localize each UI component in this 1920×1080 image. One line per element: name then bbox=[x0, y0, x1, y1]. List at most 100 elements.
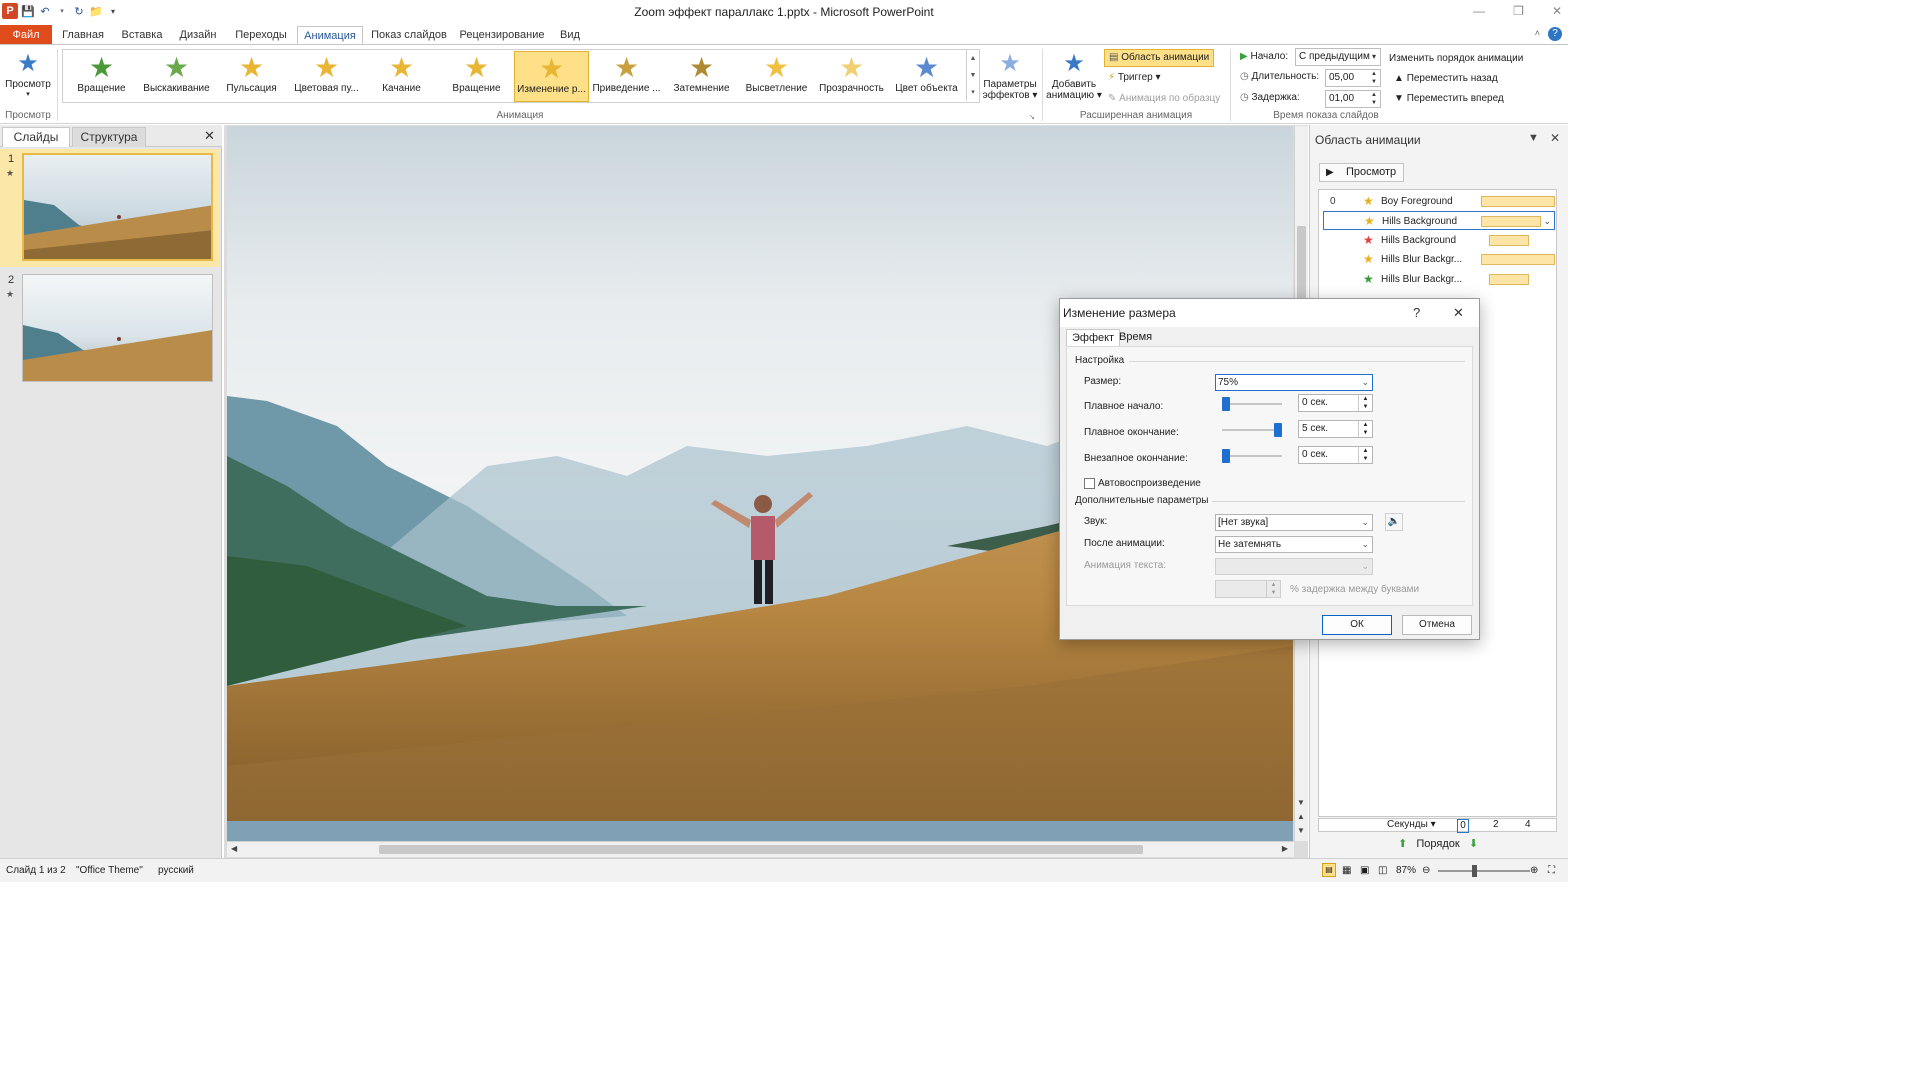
animation-item[interactable]: ★ Hills Blur Backgr... bbox=[1323, 250, 1555, 269]
scroll-left-icon[interactable]: ◀ bbox=[231, 844, 237, 853]
gallery-effect-6[interactable]: ★ Вращение bbox=[439, 51, 514, 102]
tab-outline[interactable]: Структура bbox=[72, 127, 146, 147]
tab-effect[interactable]: Эффект bbox=[1066, 329, 1121, 347]
language[interactable]: русский bbox=[158, 859, 194, 883]
tab-insert[interactable]: Вставка bbox=[116, 26, 168, 45]
zoom-slider-thumb[interactable] bbox=[1472, 865, 1477, 877]
cancel-button[interactable]: Отмена bbox=[1402, 615, 1472, 635]
collapse-ribbon-icon[interactable]: ˄ bbox=[1535, 28, 1540, 38]
zoom-slider[interactable] bbox=[1438, 870, 1530, 872]
prev-slide-icon[interactable]: ▲ bbox=[1297, 812, 1305, 821]
spinner-icon[interactable]: ▲ ▼ bbox=[1358, 447, 1372, 463]
autoreverse-checkbox[interactable] bbox=[1084, 478, 1095, 489]
bounce-end-input[interactable]: 0 сек. ▲ ▼ bbox=[1298, 446, 1373, 464]
letter-delay-input[interactable]: ▲ ▼ bbox=[1215, 580, 1281, 598]
dialog-close-icon[interactable]: ✕ bbox=[1453, 299, 1464, 327]
preview-button[interactable]: ★ Просмотр ▾ bbox=[2, 49, 54, 98]
tab-timing[interactable]: Время bbox=[1114, 329, 1157, 347]
slide-thumbnail-1[interactable]: 1 ★ bbox=[0, 149, 220, 267]
gallery-effect-1[interactable]: ★ Вращение bbox=[64, 51, 139, 102]
close-window-icon[interactable]: ✕ bbox=[1552, 4, 1562, 18]
add-animation-button[interactable]: ★ Добавить анимацию ▾ bbox=[1046, 49, 1102, 101]
smooth-end-slider[interactable] bbox=[1222, 429, 1282, 431]
bounce-end-slider[interactable] bbox=[1222, 455, 1282, 457]
close-animation-pane-icon[interactable]: ✕ bbox=[1550, 131, 1560, 145]
move-back-button[interactable]: ▲ Переместить назад bbox=[1394, 73, 1498, 84]
spinner-icon[interactable]: ▲ ▼ bbox=[1358, 395, 1372, 411]
zoom-in-icon[interactable]: ⊕ bbox=[1530, 859, 1538, 883]
delay-spinner[interactable]: ▲ ▼ bbox=[1368, 91, 1380, 107]
gallery-effect-2[interactable]: ★ Выскакивание bbox=[139, 51, 214, 102]
chevron-down-icon[interactable]: ⌄ bbox=[1361, 559, 1369, 574]
seconds-dropdown[interactable]: Секунды ▾ bbox=[1387, 819, 1436, 831]
gallery-effect-7[interactable]: ★ Изменение р... bbox=[514, 51, 589, 102]
smooth-end-input[interactable]: 5 сек. ▲ ▼ bbox=[1298, 420, 1373, 438]
ok-button[interactable]: ОК bbox=[1322, 615, 1392, 635]
scroll-right-icon[interactable]: ▶ bbox=[1282, 844, 1288, 853]
restore-icon[interactable]: ❐ bbox=[1513, 4, 1524, 18]
tab-slides[interactable]: Слайды bbox=[2, 127, 70, 147]
smooth-start-slider[interactable] bbox=[1222, 403, 1282, 405]
speaker-icon[interactable]: 🔈 bbox=[1385, 513, 1403, 531]
bounce-end-thumb[interactable] bbox=[1222, 449, 1230, 463]
hscroll-thumb[interactable] bbox=[379, 845, 1143, 854]
timing-bar[interactable] bbox=[1481, 254, 1555, 265]
spinner-icon[interactable]: ▲ ▼ bbox=[1266, 581, 1280, 597]
slideshow-view-icon[interactable]: ◫ bbox=[1378, 859, 1387, 883]
fit-to-window-icon[interactable]: ⛶ bbox=[1548, 859, 1555, 883]
tab-home[interactable]: Главная bbox=[58, 26, 108, 45]
gallery-effect-4[interactable]: ★ Цветовая пу... bbox=[289, 51, 364, 102]
text-animation-select[interactable]: ⌄ bbox=[1215, 558, 1373, 575]
after-animation-select[interactable]: Не затемнять ⌄ bbox=[1215, 536, 1373, 553]
close-pane-icon[interactable]: ✕ bbox=[204, 128, 215, 144]
horizontal-scrollbar[interactable]: ◀ ▶ bbox=[227, 841, 1294, 857]
gallery-effect-8[interactable]: ★ Приведение ... bbox=[589, 51, 664, 102]
reading-view-icon[interactable]: ▣ bbox=[1360, 859, 1369, 883]
chevron-down-icon[interactable]: ⌄ bbox=[1361, 537, 1369, 552]
dialog-launcher-icon[interactable]: ↘ bbox=[1029, 113, 1035, 121]
slide-thumbnail-2[interactable]: 2 ★ bbox=[0, 270, 220, 388]
smooth-start-input[interactable]: 0 сек. ▲ ▼ bbox=[1298, 394, 1373, 412]
gallery-effect-5[interactable]: ★ Качание bbox=[364, 51, 439, 102]
move-forward-button[interactable]: ▼ Переместить вперед bbox=[1394, 93, 1504, 104]
chevron-down-icon[interactable]: ▾ bbox=[1368, 49, 1380, 65]
spinner-icon[interactable]: ▲ ▼ bbox=[1358, 421, 1372, 437]
tab-design[interactable]: Дизайн bbox=[174, 26, 222, 45]
zoom-level[interactable]: 87% bbox=[1396, 859, 1416, 883]
play-button[interactable]: ▶ Просмотр bbox=[1319, 163, 1404, 182]
zoom-out-icon[interactable]: ⊖ bbox=[1422, 859, 1430, 883]
timing-bar[interactable] bbox=[1481, 196, 1555, 207]
animation-item[interactable]: ★ Hills Background bbox=[1323, 231, 1555, 250]
minimize-icon[interactable]: — bbox=[1473, 4, 1485, 18]
tab-slideshow[interactable]: Показ слайдов bbox=[370, 26, 448, 45]
gallery-effect-9[interactable]: ★ Затемнение bbox=[664, 51, 739, 102]
gallery-effect-11[interactable]: ★ Прозрачность bbox=[814, 51, 889, 102]
duration-input[interactable]: 05,00 ▲ ▼ bbox=[1325, 69, 1381, 87]
gallery-effect-12[interactable]: ★ Цвет объекта bbox=[889, 51, 964, 102]
chevron-down-icon[interactable]: ⌄ bbox=[1361, 515, 1369, 530]
sorter-view-icon[interactable]: ▦ bbox=[1342, 859, 1351, 883]
chevron-down-icon[interactable]: ⌄ bbox=[1543, 212, 1551, 231]
tab-view[interactable]: Вид bbox=[556, 26, 584, 45]
gallery-effect-10[interactable]: ★ Высветление bbox=[739, 51, 814, 102]
animation-item[interactable]: 0 ★ Boy Foreground bbox=[1323, 192, 1555, 211]
timing-bar[interactable] bbox=[1489, 235, 1529, 246]
smooth-start-thumb[interactable] bbox=[1222, 397, 1230, 411]
start-select[interactable]: С предыдущим ▾ bbox=[1295, 48, 1381, 66]
animation-item[interactable]: ★ Hills Blur Backgr... bbox=[1323, 270, 1555, 289]
dialog-help-icon[interactable]: ? bbox=[1413, 299, 1420, 327]
gallery-more-icon[interactable]: ▾ bbox=[966, 84, 979, 101]
timing-bar[interactable] bbox=[1489, 274, 1529, 285]
pane-options-icon[interactable]: ▼ bbox=[1528, 132, 1539, 144]
timing-bar[interactable] bbox=[1481, 216, 1541, 227]
tab-animation[interactable]: Анимация bbox=[297, 26, 363, 46]
gallery-effect-3[interactable]: ★ Пульсация bbox=[214, 51, 289, 102]
gallery-scroll-down-icon[interactable]: ▼ bbox=[966, 67, 979, 84]
next-slide-icon[interactable]: ▼ bbox=[1297, 826, 1305, 835]
smooth-end-thumb[interactable] bbox=[1274, 423, 1282, 437]
delay-input[interactable]: 01,00 ▲ ▼ bbox=[1325, 90, 1381, 108]
sound-select[interactable]: [Нет звука] ⌄ bbox=[1215, 514, 1373, 531]
scroll-down-icon[interactable]: ▼ bbox=[1297, 798, 1305, 807]
chevron-down-icon[interactable]: ⌄ bbox=[1361, 375, 1369, 390]
move-up-icon[interactable]: ⬆ bbox=[1398, 838, 1407, 850]
